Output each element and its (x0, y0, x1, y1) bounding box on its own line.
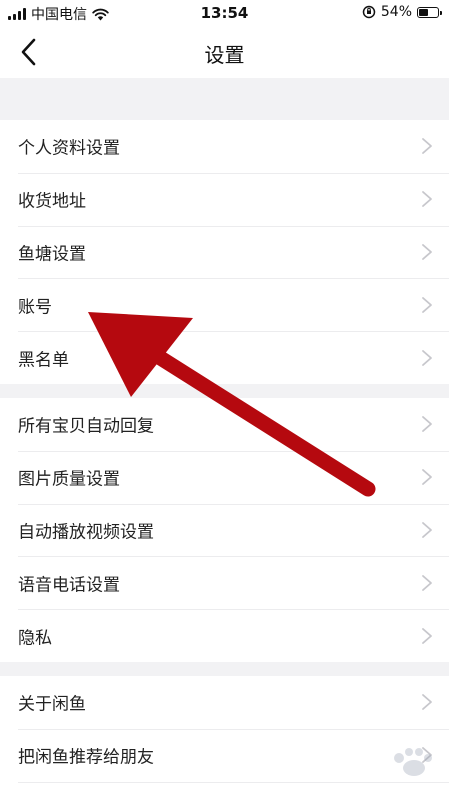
row-label: 账号 (18, 297, 52, 318)
nav-bar: 设置 (0, 26, 449, 78)
settings-row-about[interactable]: 关于闲鱼 (0, 676, 449, 729)
row-label: 黑名单 (18, 350, 69, 371)
settings-group-general: 所有宝贝自动回复 图片质量设置 自动播放视频设置 语音电话设置 隐私 (0, 398, 449, 662)
chevron-right-icon (422, 627, 432, 644)
settings-row-video-autoplay[interactable]: 自动播放视频设置 (0, 503, 449, 557)
settings-row-blacklist[interactable]: 黑名单 (0, 331, 449, 384)
orientation-lock-icon (362, 5, 376, 19)
page-title: 设置 (204, 43, 245, 67)
chevron-right-icon (422, 349, 432, 366)
chevron-right-icon (422, 296, 432, 313)
row-label: 鱼塘设置 (18, 244, 86, 265)
chevron-right-icon (422, 522, 432, 538)
settings-row-privacy[interactable]: 隐私 (0, 609, 449, 662)
status-right: 54% (362, 4, 442, 20)
chevron-right-icon (422, 574, 432, 591)
settings-row-auto-reply[interactable]: 所有宝贝自动回复 (0, 398, 449, 451)
row-label: 关于闲鱼 (18, 694, 86, 715)
settings-row-shipping-address[interactable]: 收货地址 (0, 172, 449, 226)
row-label: 语音电话设置 (18, 575, 120, 596)
settings-row-profile[interactable]: 个人资料设置 (0, 120, 449, 173)
chevron-right-icon (422, 138, 432, 155)
row-label: 隐私 (18, 628, 52, 649)
settings-row-image-quality[interactable]: 图片质量设置 (0, 450, 449, 504)
row-label: 个人资料设置 (18, 138, 120, 159)
chevron-right-icon (422, 694, 432, 711)
settings-row-cut-off[interactable] (0, 781, 449, 800)
battery-icon (417, 6, 442, 18)
chevron-right-icon (422, 416, 432, 433)
battery-percent: 54% (380, 4, 412, 20)
settings-screen: 中国电信 13:54 54% 设置 个人资料设置 收货地址 鱼塘设置 账号 黑名… (0, 0, 449, 800)
settings-row-fishpond[interactable]: 鱼塘设置 (0, 225, 449, 279)
row-label: 所有宝贝自动回复 (18, 416, 154, 437)
settings-group-about: 关于闲鱼 把闲鱼推荐给朋友 (0, 676, 449, 800)
status-bar: 中国电信 13:54 54% (0, 0, 449, 26)
settings-group-account: 个人资料设置 收货地址 鱼塘设置 账号 黑名单 (0, 120, 449, 384)
row-label: 把闲鱼推荐给朋友 (18, 747, 154, 768)
battery-fill (419, 8, 428, 16)
row-label: 图片质量设置 (18, 469, 120, 490)
watermark-logo (394, 748, 432, 776)
settings-row-voice-call[interactable]: 语音电话设置 (0, 556, 449, 609)
chevron-right-icon (422, 244, 432, 260)
row-label: 自动播放视频设置 (18, 522, 154, 543)
chevron-right-icon (422, 191, 432, 208)
chevron-right-icon (422, 469, 432, 486)
row-label: 收货地址 (18, 191, 86, 212)
settings-row-account[interactable]: 账号 (0, 278, 449, 331)
